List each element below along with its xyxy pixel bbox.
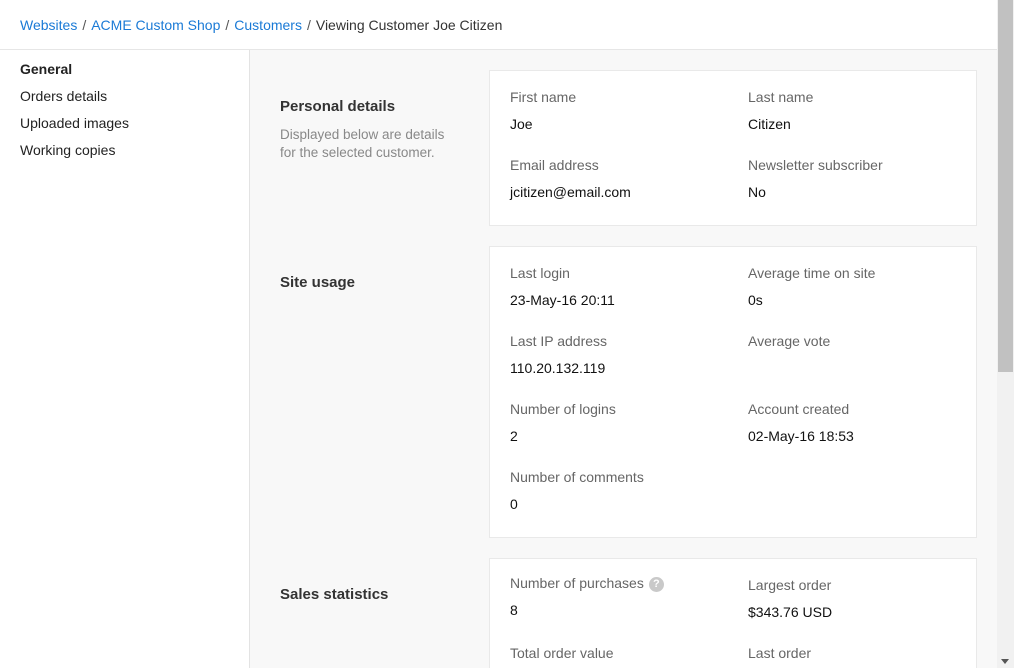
total-order-value-label: Total order value [510, 645, 614, 661]
breadcrumb: Websites / ACME Custom Shop / Customers / View… [20, 17, 502, 33]
sidebar-item-orders-details[interactable]: Orders details [0, 89, 249, 116]
breadcrumb-websites-link[interactable]: Websites [20, 17, 77, 33]
top-bar: Websites / ACME Custom Shop / Customers / View… [0, 0, 997, 50]
breadcrumb-customers-link[interactable]: Customers [234, 17, 302, 33]
sidebar: General Orders details Uploaded images W… [0, 50, 250, 668]
sidebar-nav: General Orders details Uploaded images W… [0, 50, 249, 170]
largest-order-label: Largest order [748, 577, 832, 593]
total-order-value-field: Total order value [510, 645, 614, 662]
scroll-down-arrow-icon[interactable] [1001, 659, 1009, 664]
last-order-field: Last order [748, 645, 811, 662]
largest-order-value: $343.76 USD [748, 604, 833, 620]
sidebar-item-working-copies[interactable]: Working copies [0, 143, 249, 170]
purchases-label: Number of purchases [510, 575, 644, 591]
help-icon[interactable]: ? [648, 577, 664, 592]
last-order-label: Last order [748, 645, 812, 661]
largest-order-field: Largest order $343.76 USD [748, 577, 832, 621]
purchases-label-row: Number of purchases? [510, 575, 664, 592]
breadcrumb-separator: / [225, 17, 230, 33]
purchases-field: Number of purchases? 8 [510, 575, 664, 619]
breadcrumb-separator: / [306, 17, 311, 33]
scrollbar-thumb[interactable] [998, 0, 1013, 372]
sales-statistics-section: Sales statistics Number of purchases? 8 … [250, 50, 997, 668]
breadcrumb-current: Viewing Customer Joe Citizen [315, 17, 503, 33]
sales-statistics-title: Sales statistics [280, 586, 389, 603]
main-content: Personal details Displayed below are det… [250, 50, 997, 668]
sales-statistics-card: Number of purchases? 8 Largest order $34… [489, 558, 977, 668]
breadcrumb-separator: / [82, 17, 87, 33]
sidebar-item-uploaded-images[interactable]: Uploaded images [0, 116, 249, 143]
vertical-scrollbar[interactable] [997, 0, 1014, 668]
purchases-value: 8 [510, 602, 518, 618]
sidebar-item-general[interactable]: General [0, 62, 249, 89]
breadcrumb-shop-link[interactable]: ACME Custom Shop [91, 17, 220, 33]
